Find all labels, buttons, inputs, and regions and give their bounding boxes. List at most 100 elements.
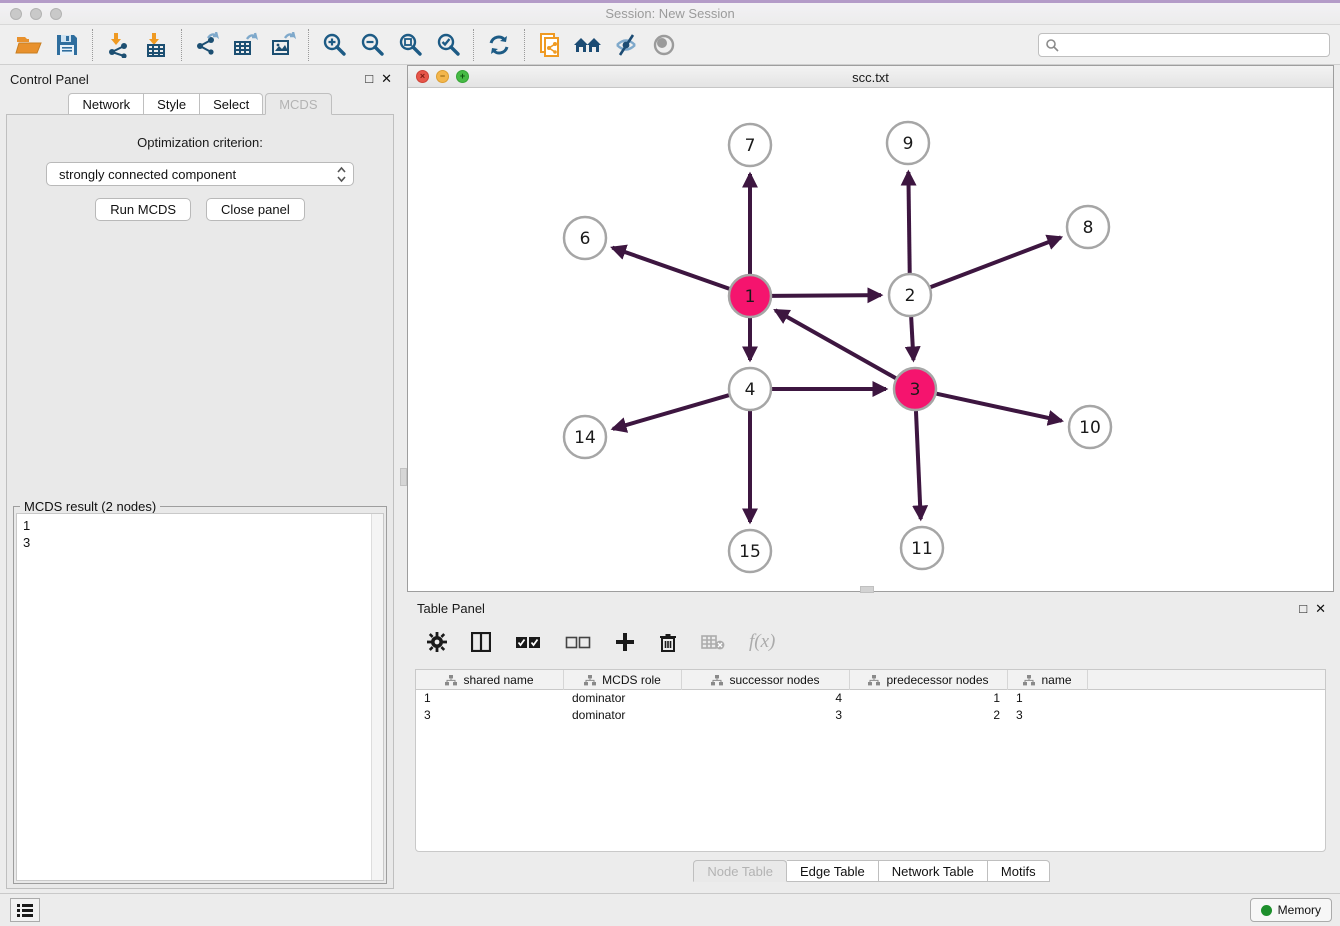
window-titlebar: Session: New Session (0, 0, 1340, 25)
graph-edge-1-6[interactable] (612, 248, 729, 289)
close-panel-button[interactable]: Close panel (206, 198, 305, 221)
column-header-successor-nodes[interactable]: successor nodes (682, 670, 850, 690)
birds-eye-button[interactable] (645, 28, 683, 62)
network-frame: × − + scc.txt 7968124314101511 (407, 65, 1334, 592)
tab-mcds[interactable]: MCDS (265, 93, 331, 115)
zoom-in-icon (321, 32, 347, 58)
add-column-icon[interactable] (615, 632, 635, 652)
delete-column-trash-icon[interactable] (659, 632, 677, 653)
export-table-button[interactable] (226, 28, 264, 62)
run-mcds-button[interactable]: Run MCDS (95, 198, 191, 221)
vertical-splitter[interactable] (400, 65, 407, 893)
dropdown-stepper-icon (337, 166, 346, 183)
graph-edge-2-9[interactable] (908, 172, 909, 273)
network-frame-title: scc.txt (408, 70, 1333, 85)
first-neighbors-button[interactable] (569, 28, 607, 62)
column-header-name[interactable]: name (1008, 670, 1088, 690)
import-table-button[interactable] (137, 28, 175, 62)
deselect-all-icon[interactable] (565, 636, 591, 649)
column-header-shared-name[interactable]: shared name (416, 670, 564, 690)
export-table-icon (232, 32, 258, 58)
table-cell[interactable]: 1 (1008, 690, 1088, 707)
table-settings-gear-icon[interactable] (427, 632, 447, 652)
open-session-button[interactable] (10, 28, 48, 62)
graph-edge-3-1[interactable] (775, 310, 896, 378)
table-cell[interactable]: 2 (850, 707, 1008, 724)
splitter-grip[interactable] (400, 468, 407, 486)
save-session-button[interactable] (48, 28, 86, 62)
float-table-panel-icon[interactable]: □ (1299, 601, 1307, 616)
network-frame-titlebar: × − + scc.txt (408, 66, 1333, 88)
network-canvas[interactable]: 7968124314101511 (408, 88, 1333, 591)
memory-label: Memory (1278, 903, 1321, 917)
search-input[interactable] (1063, 38, 1323, 52)
tab-motifs[interactable]: Motifs (988, 860, 1050, 882)
graph-node-label-8: 8 (1083, 218, 1094, 238)
import-network-button[interactable] (99, 28, 137, 62)
graph-edge-4-14[interactable] (613, 395, 729, 429)
tab-select[interactable]: Select (200, 93, 263, 115)
export-network-button[interactable] (188, 28, 226, 62)
hide-details-icon (613, 32, 639, 58)
close-table-panel-icon[interactable]: ✕ (1315, 601, 1326, 616)
table-cell[interactable]: 3 (1008, 707, 1088, 724)
refresh-button[interactable] (480, 28, 518, 62)
result-scrollbar[interactable] (371, 514, 383, 880)
table-cell[interactable]: dominator (564, 690, 682, 707)
column-header-predecessor-nodes[interactable]: predecessor nodes (850, 670, 1008, 690)
graph-edge-2-3[interactable] (911, 317, 913, 360)
search-box[interactable] (1038, 33, 1330, 57)
zoom-selected-button[interactable] (429, 28, 467, 62)
table-cell[interactable]: 3 (416, 707, 564, 724)
toolbar-separator (181, 29, 182, 61)
tab-network[interactable]: Network (68, 93, 144, 115)
table-panel: Table Panel □ ✕ (407, 595, 1334, 890)
optimization-criterion-value: strongly connected component (59, 167, 236, 182)
table-row[interactable]: 1dominator411 (416, 690, 1325, 707)
mcds-result-list[interactable]: 1 3 (16, 513, 384, 881)
table-cell[interactable]: 3 (682, 707, 850, 724)
graph-edge-2-8[interactable] (931, 237, 1061, 287)
tab-node-table[interactable]: Node Table (693, 860, 787, 882)
column-tree-icon (584, 675, 596, 686)
table-cell[interactable]: 4 (682, 690, 850, 707)
hide-details-button[interactable] (607, 28, 645, 62)
table-toolbar: f(x) (407, 621, 1334, 663)
zoom-in-button[interactable] (315, 28, 353, 62)
graph-edge-3-11[interactable] (916, 411, 921, 519)
mcds-result-title: MCDS result (2 nodes) (20, 499, 160, 514)
export-image-button[interactable] (264, 28, 302, 62)
tab-edge-table[interactable]: Edge Table (787, 860, 879, 882)
task-list-icon (17, 903, 33, 917)
table-row[interactable]: 3dominator323 (416, 707, 1325, 724)
graph-edge-1-2[interactable] (772, 295, 881, 296)
table-cell[interactable]: dominator (564, 707, 682, 724)
table-cell[interactable]: 1 (416, 690, 564, 707)
tab-style[interactable]: Style (144, 93, 200, 115)
horizontal-splitter-grip[interactable] (860, 586, 874, 593)
show-column-panel-icon[interactable] (471, 632, 491, 652)
column-header-label: MCDS role (602, 673, 661, 687)
float-panel-icon[interactable]: □ (365, 71, 373, 86)
column-tree-icon (445, 675, 457, 686)
close-panel-icon[interactable]: ✕ (381, 71, 392, 86)
graph-node-label-7: 7 (745, 136, 756, 156)
column-header-label: name (1041, 673, 1071, 687)
memory-button[interactable]: Memory (1250, 898, 1332, 922)
column-tree-icon (711, 675, 723, 686)
toolbar-separator (308, 29, 309, 61)
task-history-button[interactable] (10, 898, 40, 922)
status-bar: Memory (0, 893, 1340, 926)
column-header-MCDS-role[interactable]: MCDS role (564, 670, 682, 690)
duplicate-network-button[interactable] (531, 28, 569, 62)
column-tree-icon (1023, 675, 1035, 686)
tab-network-table[interactable]: Network Table (879, 860, 988, 882)
select-all-icon[interactable] (515, 636, 541, 649)
optimization-criterion-select[interactable]: strongly connected component (46, 162, 354, 186)
graph-node-label-6: 6 (580, 229, 591, 249)
zoom-out-button[interactable] (353, 28, 391, 62)
graph-node-label-9: 9 (903, 134, 914, 154)
table-cell[interactable]: 1 (850, 690, 1008, 707)
zoom-fit-button[interactable] (391, 28, 429, 62)
graph-edge-3-10[interactable] (936, 394, 1061, 421)
